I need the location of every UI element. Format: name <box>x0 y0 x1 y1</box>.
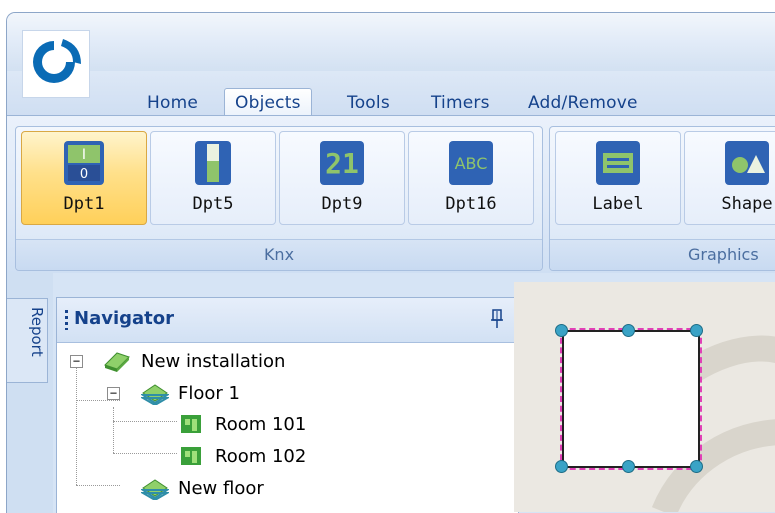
collapse-icon[interactable]: − <box>70 355 83 368</box>
resize-handle-top-right[interactable] <box>690 324 703 337</box>
tree-item-room-102[interactable]: Room 102 <box>215 442 306 472</box>
shape-button-label: Shape <box>721 194 773 214</box>
navigator-header: Navigator <box>57 298 518 343</box>
dpt9-label: Dpt9 <box>321 194 363 214</box>
room-icon <box>181 447 201 465</box>
pin-icon[interactable] <box>490 308 504 330</box>
resize-handle-bottom-right[interactable] <box>690 460 703 473</box>
graphics-group: Label Shape Graphics <box>549 126 775 271</box>
shape-button[interactable]: Shape <box>684 131 775 225</box>
svg-text:21: 21 <box>325 147 359 180</box>
dpt5-button[interactable]: Dpt5 <box>150 131 276 225</box>
tab-timers[interactable]: Timers <box>421 91 500 116</box>
dpt16-button[interactable]: ABC Dpt16 <box>408 131 534 225</box>
knx-group-label: Knx <box>16 239 542 270</box>
logo-icon <box>32 39 81 84</box>
tab-tools[interactable]: Tools <box>337 91 400 116</box>
app-logo-button[interactable] <box>22 30 90 98</box>
installation-icon <box>104 352 130 372</box>
tree-item-floor-1[interactable]: Floor 1 <box>178 379 240 409</box>
dpt5-label: Dpt5 <box>192 194 234 214</box>
collapse-icon[interactable]: − <box>107 387 120 400</box>
label-icon <box>596 141 640 185</box>
graphics-group-label: Graphics <box>550 239 775 270</box>
shape-icon <box>725 141 769 185</box>
numeric-display-icon: 21 <box>320 141 364 185</box>
room-icon <box>181 415 201 433</box>
svg-text:I: I <box>82 147 86 163</box>
svg-text:ABC: ABC <box>455 154 488 173</box>
drag-grip-icon[interactable] <box>65 310 68 330</box>
floor-icon <box>141 479 169 500</box>
svg-text:0: 0 <box>80 167 88 182</box>
tab-home[interactable]: Home <box>137 91 208 116</box>
resize-handle-top[interactable] <box>622 324 635 337</box>
dpt1-button[interactable]: I 0 Dpt1 <box>21 131 147 225</box>
ribbon-tab-strip: Home Objects Tools Timers Add/Remove <box>7 71 775 119</box>
tab-add-remove[interactable]: Add/Remove <box>518 91 648 116</box>
label-button[interactable]: Label <box>555 131 681 225</box>
report-side-tab[interactable]: Report <box>7 298 48 383</box>
ribbon-panel: I 0 Dpt1 Dpt5 21 Dpt9 ABC Dpt16 Knx Labe… <box>7 115 775 273</box>
navigator-title: Navigator <box>74 308 174 329</box>
switch-icon: I 0 <box>64 141 104 185</box>
title-bar <box>7 13 775 71</box>
resize-handle-bottom-left[interactable] <box>555 460 568 473</box>
dpt9-button[interactable]: 21 Dpt9 <box>279 131 405 225</box>
report-tab-label: Report <box>28 307 46 357</box>
tree-item-new-installation[interactable]: New installation <box>141 347 285 377</box>
floor-icon <box>141 384 169 405</box>
navigator-panel: Navigator − New installation − Floor 1 R… <box>56 297 519 513</box>
dpt16-label: Dpt16 <box>445 194 497 214</box>
selected-shape[interactable] <box>560 328 702 470</box>
tree-item-room-101[interactable]: Room 101 <box>215 410 306 440</box>
dpt1-label: Dpt1 <box>63 194 105 214</box>
resize-handle-top-left[interactable] <box>555 324 568 337</box>
resize-handle-bottom[interactable] <box>622 460 635 473</box>
tree-item-new-floor[interactable]: New floor <box>178 474 264 504</box>
slider-icon <box>195 141 231 185</box>
text-display-icon: ABC <box>449 141 493 185</box>
installation-tree: − New installation − Floor 1 Room 101 Ro… <box>57 343 518 513</box>
knx-group: I 0 Dpt1 Dpt5 21 Dpt9 ABC Dpt16 Knx <box>15 126 543 271</box>
label-button-label: Label <box>592 194 644 214</box>
